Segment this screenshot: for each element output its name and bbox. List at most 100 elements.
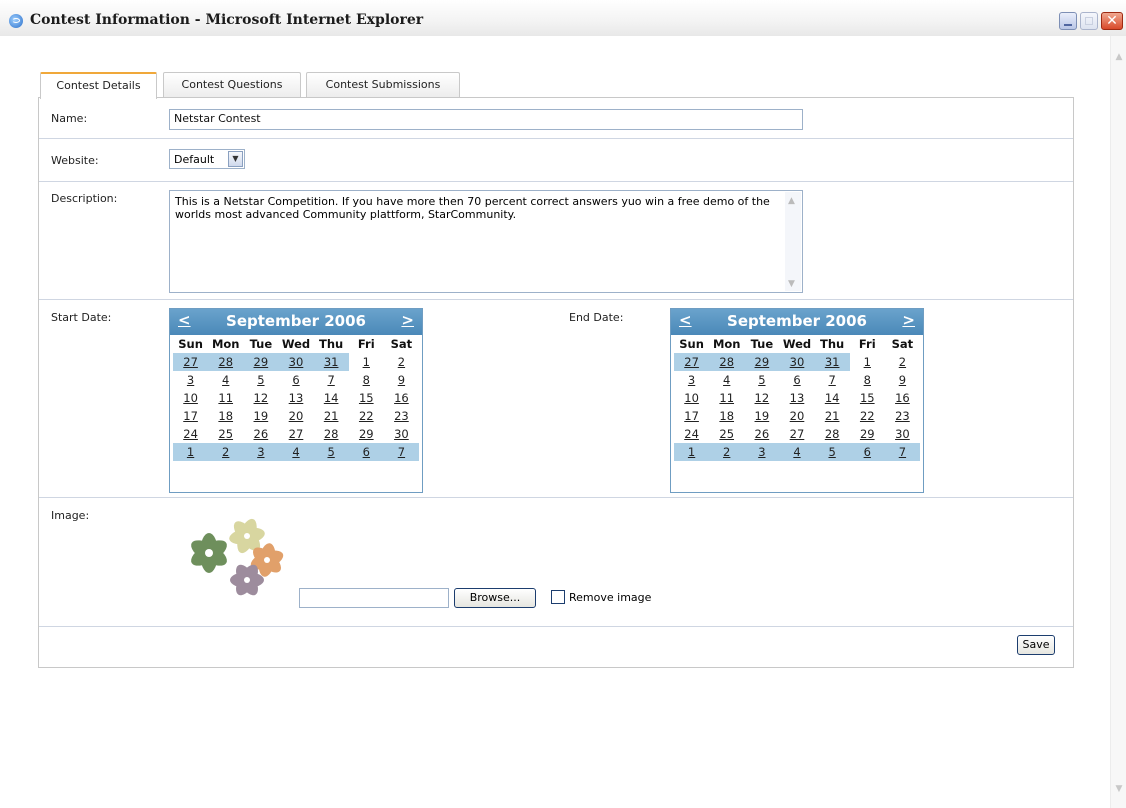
tab-contest-submissions[interactable]: Contest Submissions bbox=[306, 72, 460, 98]
calendar-day[interactable]: 18 bbox=[208, 407, 243, 425]
calendar-day[interactable]: 2 bbox=[208, 443, 244, 461]
textarea-scrollbar[interactable]: ▲ ▼ bbox=[785, 192, 801, 291]
remove-image-checkbox[interactable] bbox=[551, 590, 565, 604]
image-file-input[interactable] bbox=[299, 588, 449, 608]
calendar-day[interactable]: 2 bbox=[709, 443, 745, 461]
calendar-day[interactable]: 4 bbox=[779, 443, 815, 461]
calendar-day[interactable]: 11 bbox=[208, 389, 243, 407]
description-textarea[interactable]: This is a Netstar Competition. If you ha… bbox=[169, 190, 803, 293]
save-button[interactable]: Save bbox=[1017, 635, 1055, 655]
calendar-day[interactable]: 21 bbox=[815, 407, 850, 425]
calendar-day[interactable]: 4 bbox=[278, 443, 314, 461]
calendar-day[interactable]: 29 bbox=[744, 353, 780, 371]
calendar-day[interactable]: 5 bbox=[313, 443, 349, 461]
calendar-day[interactable]: 4 bbox=[208, 371, 243, 389]
calendar-day[interactable]: 27 bbox=[278, 425, 313, 443]
calendar-day[interactable]: 16 bbox=[885, 389, 920, 407]
calendar-day[interactable]: 31 bbox=[814, 353, 850, 371]
calendar-day[interactable]: 13 bbox=[779, 389, 814, 407]
calendar-day[interactable]: 17 bbox=[173, 407, 208, 425]
calendar-day[interactable]: 23 bbox=[885, 407, 920, 425]
next-month-link[interactable]: > bbox=[902, 311, 915, 329]
scroll-up-icon[interactable]: ▲ bbox=[1114, 52, 1124, 62]
calendar-day[interactable]: 10 bbox=[674, 389, 709, 407]
calendar-day[interactable]: 3 bbox=[243, 443, 279, 461]
window-scrollbar[interactable]: ▲ ▼ bbox=[1110, 36, 1126, 808]
calendar-day[interactable]: 25 bbox=[208, 425, 243, 443]
calendar-day[interactable]: 30 bbox=[278, 353, 314, 371]
calendar-day[interactable]: 14 bbox=[815, 389, 850, 407]
calendar-day[interactable]: 29 bbox=[850, 425, 885, 443]
calendar-day[interactable]: 5 bbox=[814, 443, 850, 461]
calendar-day[interactable]: 1 bbox=[349, 353, 384, 371]
calendar-day[interactable]: 1 bbox=[850, 353, 885, 371]
calendar-day[interactable]: 18 bbox=[709, 407, 744, 425]
calendar-day[interactable]: 9 bbox=[885, 371, 920, 389]
browse-button[interactable]: Browse... bbox=[454, 588, 536, 608]
calendar-day[interactable]: 6 bbox=[779, 371, 814, 389]
calendar-day[interactable]: 1 bbox=[173, 443, 209, 461]
calendar-day[interactable]: 17 bbox=[674, 407, 709, 425]
calendar-day[interactable]: 11 bbox=[709, 389, 744, 407]
calendar-day[interactable]: 2 bbox=[885, 353, 920, 371]
calendar-day[interactable]: 2 bbox=[384, 353, 419, 371]
calendar-day[interactable]: 30 bbox=[779, 353, 815, 371]
calendar-day[interactable]: 12 bbox=[243, 389, 278, 407]
calendar-day[interactable]: 22 bbox=[850, 407, 885, 425]
scroll-up-icon[interactable]: ▲ bbox=[788, 195, 795, 208]
calendar-day[interactable]: 27 bbox=[779, 425, 814, 443]
calendar-day[interactable]: 19 bbox=[243, 407, 278, 425]
calendar-day[interactable]: 22 bbox=[349, 407, 384, 425]
scroll-down-icon[interactable]: ▼ bbox=[1114, 784, 1124, 794]
calendar-day[interactable]: 24 bbox=[674, 425, 709, 443]
calendar-day[interactable]: 3 bbox=[744, 443, 780, 461]
calendar-day[interactable]: 6 bbox=[348, 443, 384, 461]
website-select[interactable]: Default ▼ bbox=[169, 149, 245, 169]
calendar-day[interactable]: 20 bbox=[779, 407, 814, 425]
calendar-day[interactable]: 31 bbox=[313, 353, 349, 371]
close-button[interactable]: ✕ bbox=[1101, 12, 1123, 30]
calendar-day[interactable]: 26 bbox=[744, 425, 779, 443]
chevron-down-icon[interactable]: ▼ bbox=[228, 151, 243, 167]
calendar-day[interactable]: 21 bbox=[314, 407, 349, 425]
calendar-day[interactable]: 5 bbox=[243, 371, 278, 389]
tab-contest-questions[interactable]: Contest Questions bbox=[163, 72, 301, 98]
calendar-day[interactable]: 29 bbox=[349, 425, 384, 443]
calendar-day[interactable]: 30 bbox=[384, 425, 419, 443]
calendar-day[interactable]: 9 bbox=[384, 371, 419, 389]
next-month-link[interactable]: > bbox=[401, 311, 414, 329]
calendar-day[interactable]: 7 bbox=[383, 443, 419, 461]
calendar-day[interactable]: 8 bbox=[850, 371, 885, 389]
calendar-day[interactable]: 28 bbox=[815, 425, 850, 443]
calendar-day[interactable]: 4 bbox=[709, 371, 744, 389]
scroll-down-icon[interactable]: ▼ bbox=[788, 278, 795, 291]
calendar-day[interactable]: 23 bbox=[384, 407, 419, 425]
calendar-day[interactable]: 8 bbox=[349, 371, 384, 389]
calendar-day[interactable]: 26 bbox=[243, 425, 278, 443]
calendar-day[interactable]: 28 bbox=[314, 425, 349, 443]
calendar-day[interactable]: 7 bbox=[314, 371, 349, 389]
calendar-day[interactable]: 6 bbox=[278, 371, 313, 389]
calendar-day[interactable]: 1 bbox=[674, 443, 710, 461]
calendar-day[interactable]: 25 bbox=[709, 425, 744, 443]
calendar-day[interactable]: 13 bbox=[278, 389, 313, 407]
minimize-button[interactable] bbox=[1059, 12, 1077, 30]
calendar-day[interactable]: 19 bbox=[744, 407, 779, 425]
name-input[interactable]: Netstar Contest bbox=[169, 109, 803, 130]
calendar-day[interactable]: 24 bbox=[173, 425, 208, 443]
calendar-day[interactable]: 5 bbox=[744, 371, 779, 389]
calendar-day[interactable]: 28 bbox=[208, 353, 244, 371]
calendar-day[interactable]: 3 bbox=[173, 371, 208, 389]
calendar-day[interactable]: 7 bbox=[815, 371, 850, 389]
calendar-day[interactable]: 15 bbox=[850, 389, 885, 407]
calendar-day[interactable]: 7 bbox=[884, 443, 920, 461]
calendar-day[interactable]: 29 bbox=[243, 353, 279, 371]
tab-contest-details[interactable]: Contest Details bbox=[40, 72, 157, 99]
calendar-day[interactable]: 14 bbox=[314, 389, 349, 407]
calendar-day[interactable]: 27 bbox=[674, 353, 710, 371]
calendar-day[interactable]: 27 bbox=[173, 353, 209, 371]
calendar-day[interactable]: 6 bbox=[849, 443, 885, 461]
calendar-day[interactable]: 10 bbox=[173, 389, 208, 407]
calendar-day[interactable]: 16 bbox=[384, 389, 419, 407]
calendar-day[interactable]: 30 bbox=[885, 425, 920, 443]
